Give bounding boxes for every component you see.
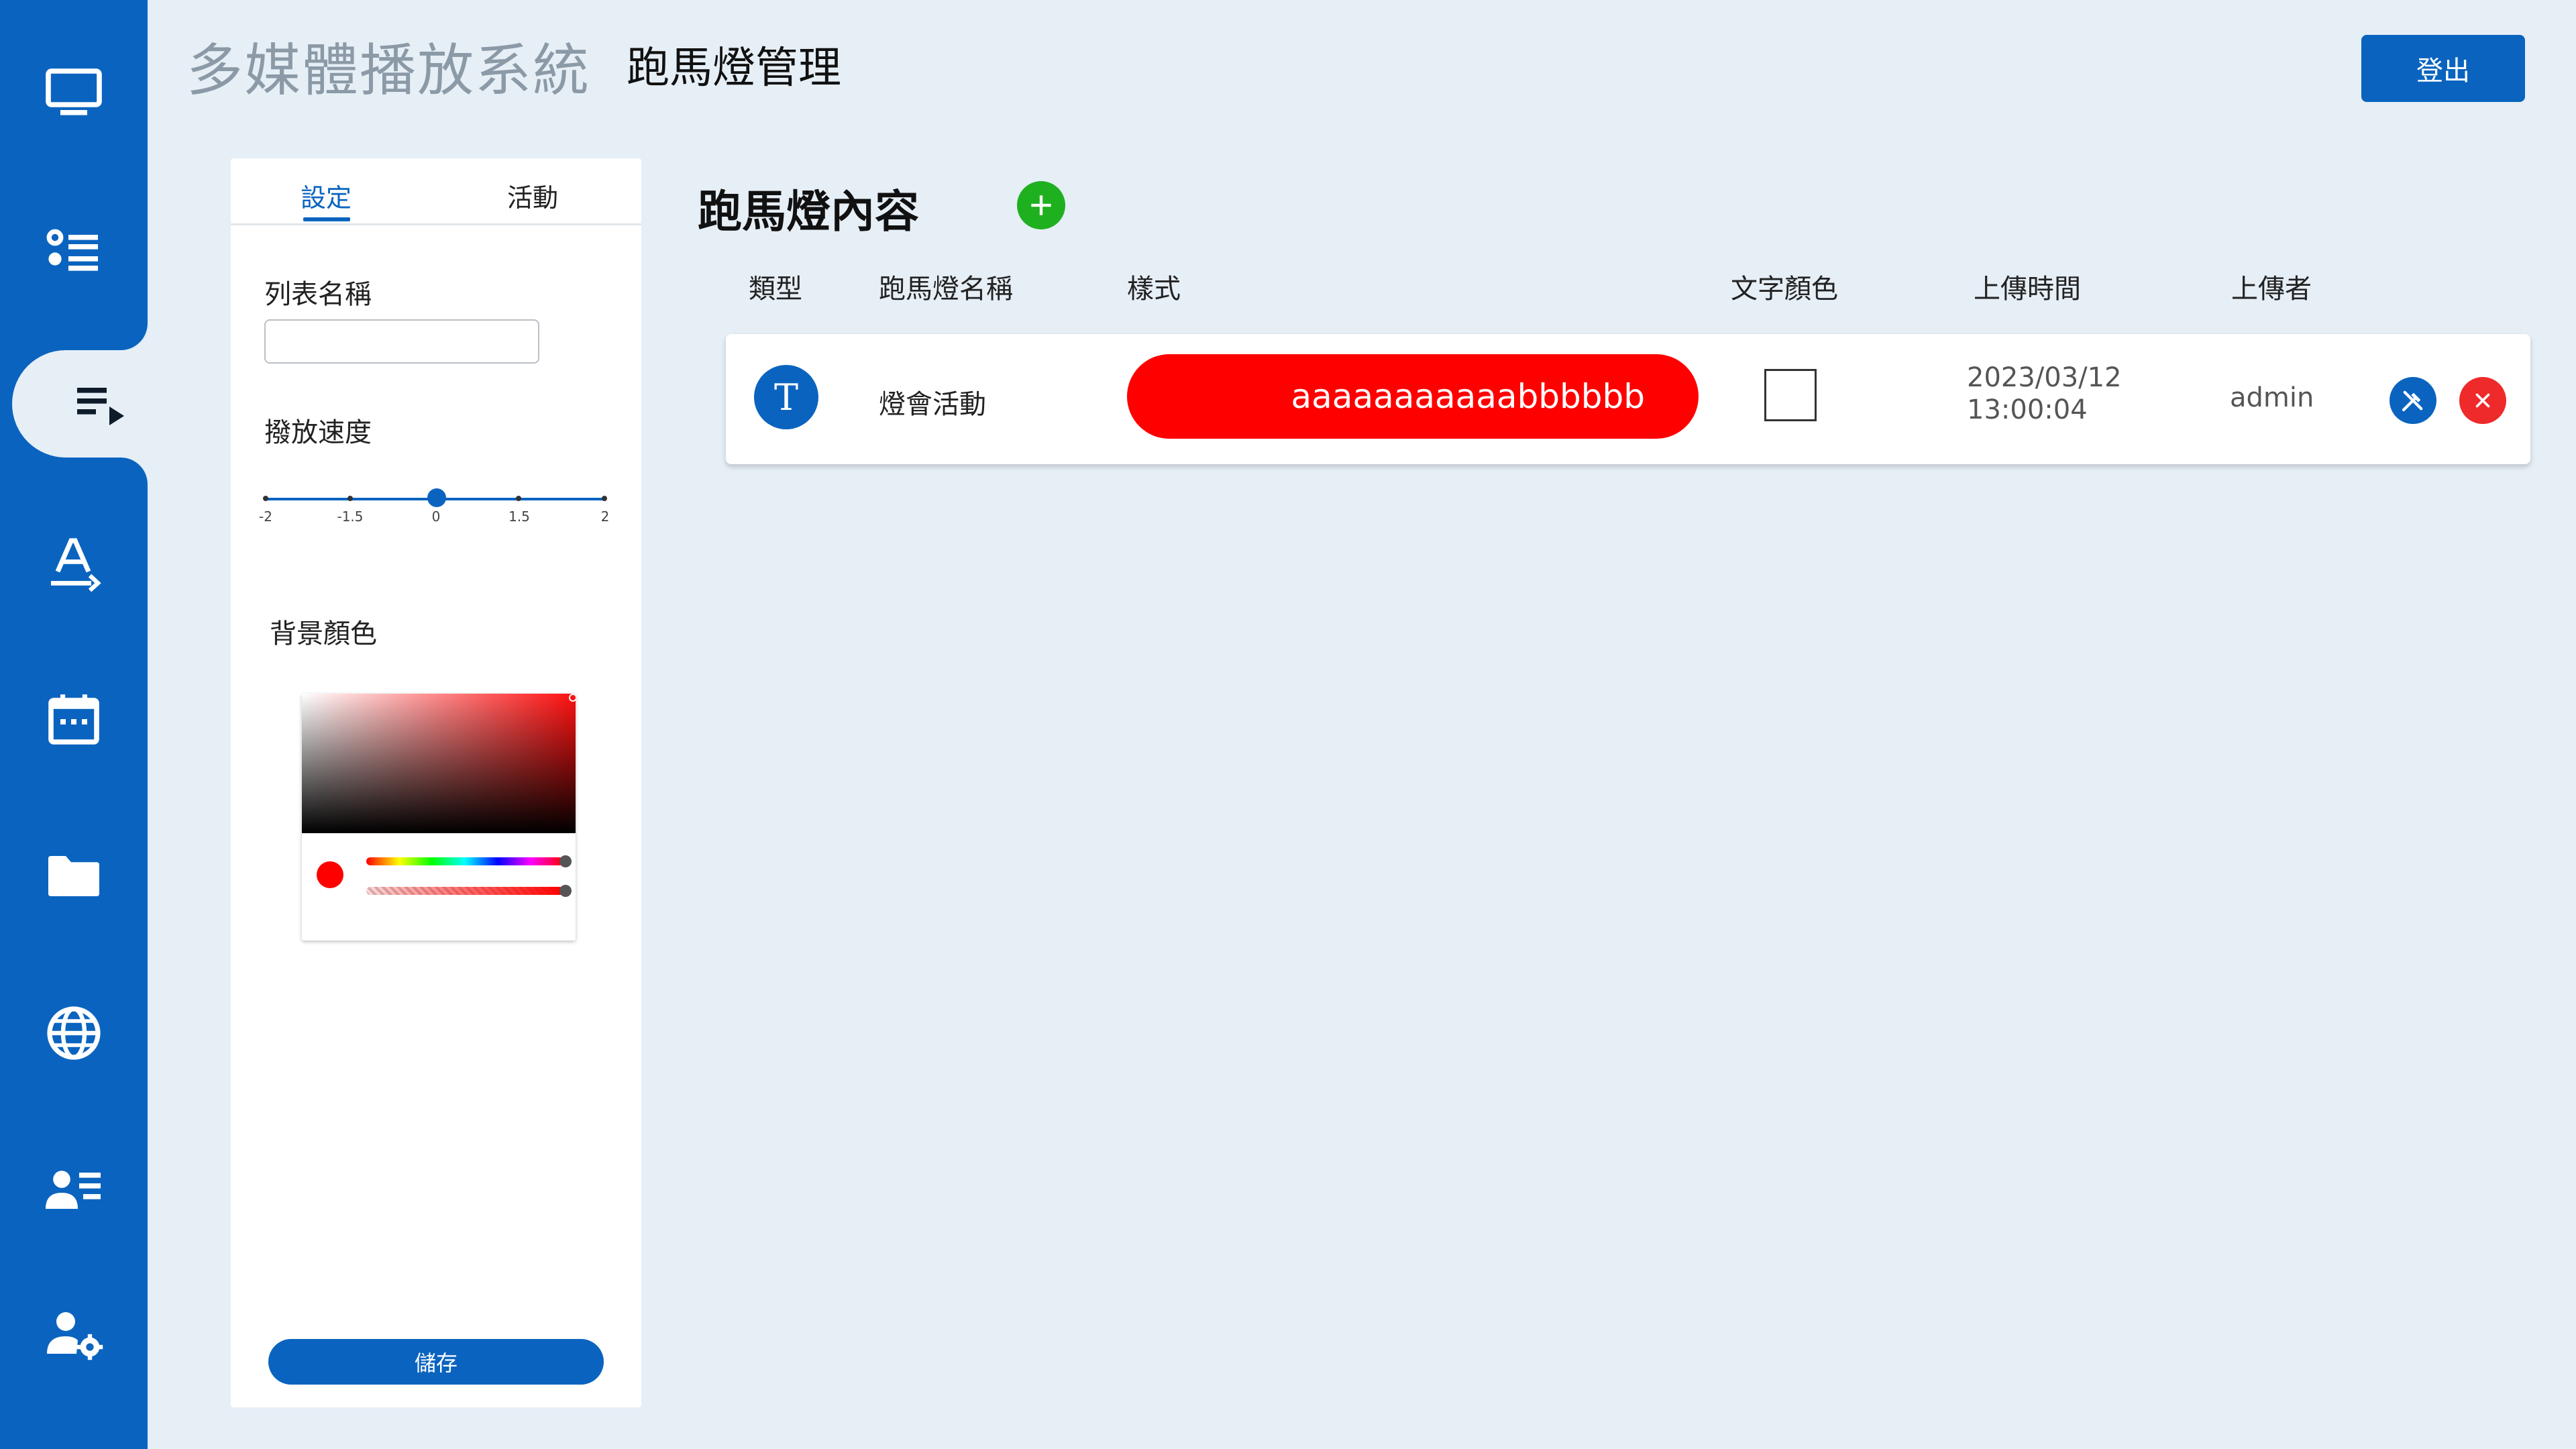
speed-slider-thumb[interactable]	[427, 488, 446, 507]
nav-playlist[interactable]	[12, 350, 148, 458]
nav-folder[interactable]	[0, 822, 148, 930]
text-color-swatch	[1764, 369, 1817, 421]
speed-label: 撥放速度	[264, 417, 372, 448]
color-preview-swatch	[317, 861, 343, 888]
save-button[interactable]: 儲存	[268, 1339, 604, 1385]
bg-color-label: 背景顏色	[270, 619, 377, 649]
list-name-label: 列表名稱	[264, 279, 372, 310]
column-header-type: 類型	[749, 274, 802, 305]
panel-tabs: 設定 活動	[231, 158, 641, 225]
alpha-slider-knob[interactable]	[559, 885, 572, 897]
nav-user-settings[interactable]	[0, 1280, 148, 1387]
hue-slider-knob[interactable]	[559, 855, 572, 867]
content-title: 跑馬燈內容	[698, 186, 919, 237]
nav-globe[interactable]	[0, 979, 148, 1087]
slider-tick-label: 2	[600, 508, 610, 525]
uploader: admin	[2230, 382, 2314, 413]
column-header-upload-time: 上傳時間	[1974, 274, 2081, 305]
slider-tick-label: -1.5	[337, 508, 364, 525]
app-title: 多媒體播放系統	[186, 38, 591, 103]
color-picker	[302, 694, 576, 941]
column-header-uploader: 上傳者	[2231, 274, 2312, 305]
settings-panel: 設定 活動 列表名稱 撥放速度 -2 -1.5 0 1.5 2 背景顏色 儲存	[231, 158, 641, 1407]
user-settings-icon	[47, 1312, 103, 1360]
nav-notch	[121, 323, 148, 350]
nav-user-list[interactable]	[0, 1135, 148, 1242]
list-name-input[interactable]	[264, 319, 539, 364]
upload-time: 13:00:04	[1967, 394, 2088, 425]
edit-tools-icon	[2402, 390, 2423, 412]
plus-icon	[1031, 195, 1051, 215]
type-avatar: T	[754, 365, 818, 429]
nav-monitor[interactable]	[0, 39, 148, 146]
nav-notch	[121, 458, 148, 484]
slider-tick	[602, 496, 607, 501]
delete-button[interactable]	[2459, 377, 2506, 424]
slider-tick	[516, 496, 521, 501]
globe-icon	[47, 1006, 101, 1060]
tab-activity[interactable]: 活動	[507, 177, 558, 214]
upload-date: 2023/03/12	[1967, 362, 2122, 393]
slider-tick	[347, 496, 353, 501]
user-list-icon	[46, 1171, 101, 1209]
column-header-style: 樣式	[1127, 274, 1181, 305]
sidebar	[0, 0, 148, 1449]
slider-tick-label: 0	[431, 508, 441, 525]
nav-calendar[interactable]	[0, 665, 148, 773]
nav-list[interactable]	[0, 196, 148, 303]
slider-tick-label: 1.5	[508, 508, 530, 525]
logout-button[interactable]: 登出	[2361, 35, 2525, 102]
folder-icon	[48, 856, 99, 896]
tab-settings[interactable]: 設定	[301, 177, 352, 214]
column-header-text-color: 文字顏色	[1731, 274, 1838, 305]
monitor-icon	[46, 68, 102, 115]
page-title: 跑馬燈管理	[627, 44, 841, 93]
edit-button[interactable]	[2390, 377, 2436, 424]
calendar-icon	[48, 694, 99, 745]
playlist-play-icon	[77, 388, 124, 425]
nav-text-format[interactable]	[0, 510, 148, 617]
slider-tick-label: -2	[259, 508, 272, 525]
alpha-slider[interactable]	[366, 887, 564, 895]
close-icon	[2475, 393, 2490, 408]
column-header-name: 跑馬燈名稱	[879, 274, 1013, 305]
add-marquee-button[interactable]	[1017, 181, 1065, 229]
slider-tick	[263, 496, 268, 501]
hue-slider[interactable]	[366, 857, 564, 865]
list-icon	[46, 229, 98, 271]
saturation-cursor[interactable]	[569, 694, 576, 702]
color-saturation-area[interactable]	[302, 694, 576, 833]
marquee-name: 燈會活動	[879, 389, 986, 420]
table-row[interactable]: T 燈會活動 aaaaaaaaaaabbbbbb 2023/03/12 13:0…	[726, 334, 2530, 464]
style-preview: aaaaaaaaaaabbbbbb	[1127, 354, 1699, 439]
text-format-icon	[51, 538, 101, 592]
tab-indicator	[303, 217, 350, 221]
